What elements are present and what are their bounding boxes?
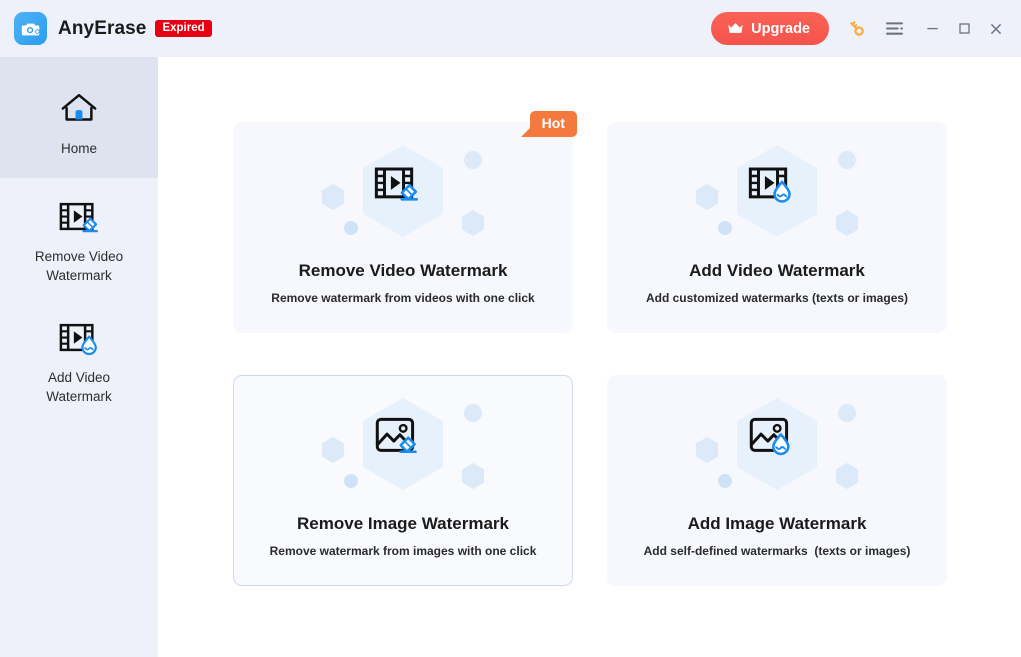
sidebar-item-remove-video-watermark[interactable]: Remove Video Watermark — [0, 178, 158, 299]
film-droplet-icon — [56, 315, 102, 361]
upgrade-button[interactable]: Upgrade — [711, 12, 829, 45]
card-subtitle: Add self-defined watermarks (texts or im… — [643, 544, 911, 558]
card-artwork — [608, 123, 946, 259]
close-icon[interactable] — [981, 14, 1011, 44]
sidebar-item-add-video-watermark[interactable]: Add Video Watermark — [0, 299, 158, 420]
card-artwork — [608, 376, 946, 512]
brand-area: AnyErase Expired — [14, 12, 212, 45]
sidebar-item-label: Remove Video Watermark — [34, 249, 124, 283]
sidebar-item-label: Add Video Watermark — [46, 370, 112, 404]
camera-eraser-icon — [14, 12, 47, 45]
card-remove-image-watermark[interactable]: Remove Image Watermark Remove watermark … — [233, 375, 573, 586]
hamburger-menu-icon[interactable] — [879, 14, 909, 44]
key-icon[interactable] — [841, 14, 871, 44]
card-title: Add Video Watermark — [689, 261, 865, 280]
card-remove-video-watermark[interactable]: Hot Remove Video Watermark Remove waterm… — [233, 111, 577, 333]
card-subtitle: Remove watermark from images with one cl… — [269, 544, 537, 558]
app-title: AnyErase — [58, 17, 147, 39]
minimize-icon[interactable] — [917, 14, 947, 44]
card-title: Add Image Watermark — [687, 514, 867, 533]
hot-badge: Hot — [520, 111, 577, 137]
home-icon — [58, 86, 100, 132]
anyerase-window: AnyErase Expired Upgrade Home Remove Vid… — [0, 0, 1021, 657]
sidebar-item-label: Home — [60, 141, 97, 157]
card-subtitle: Add customized watermarks (texts or imag… — [645, 291, 909, 305]
card-title: Remove Video Watermark — [298, 261, 508, 280]
card-add-video-watermark[interactable]: Add Video Watermark Add customized water… — [607, 122, 947, 333]
license-status-badge: Expired — [155, 19, 212, 38]
card-artwork — [234, 376, 572, 512]
feature-card-grid: Hot Remove Video Watermark Remove waterm… — [233, 111, 947, 586]
crown-icon — [727, 22, 744, 35]
sidebar: Home Remove Video Watermark Add Video Wa… — [0, 57, 158, 657]
film-eraser-icon — [56, 194, 102, 240]
upgrade-label: Upgrade — [751, 20, 810, 37]
card-title: Remove Image Watermark — [297, 514, 509, 533]
titlebar-controls: Upgrade — [711, 12, 1011, 45]
card-add-image-watermark[interactable]: Add Image Watermark Add self-defined wat… — [607, 375, 947, 586]
card-subtitle: Remove watermark from videos with one cl… — [271, 291, 535, 305]
card-artwork — [234, 123, 572, 259]
main-content: Hot Remove Video Watermark Remove waterm… — [158, 57, 1021, 657]
title-bar: AnyErase Expired Upgrade — [0, 0, 1021, 57]
sidebar-item-home[interactable]: Home — [0, 57, 158, 178]
maximize-icon[interactable] — [949, 14, 979, 44]
